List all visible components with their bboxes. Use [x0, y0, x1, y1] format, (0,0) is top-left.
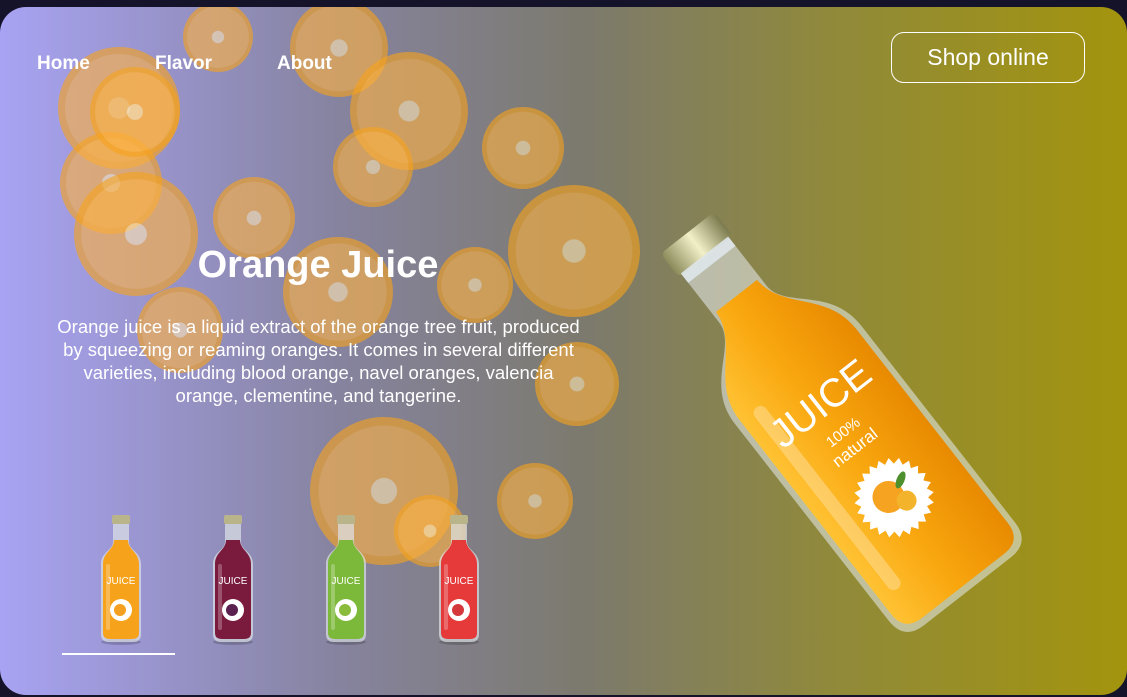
svg-text:JUICE: JUICE: [219, 576, 248, 587]
shop-online-button[interactable]: Shop online: [891, 32, 1085, 83]
nav-flavor-link[interactable]: Flavor: [155, 53, 212, 75]
hero-description: Orange juice is a liquid extract of the …: [57, 316, 580, 406]
hero-card: Home Flavor About Shop online Orange Jui…: [0, 7, 1127, 695]
flavor-thumbnail-lime[interactable]: JUICE: [320, 506, 372, 646]
flavor-thumbnail-orange[interactable]: JUICE: [95, 506, 147, 646]
nav-about-link[interactable]: About: [277, 53, 332, 75]
svg-text:JUICE: JUICE: [332, 576, 361, 587]
flavor-thumbnail-strawberry[interactable]: JUICE: [433, 506, 485, 646]
orange-slice-image: [90, 67, 180, 157]
flavor-thumbnail-grape[interactable]: JUICE: [207, 506, 259, 646]
page-title: Orange Juice: [197, 244, 439, 286]
nav-home-link[interactable]: Home: [37, 53, 90, 75]
selected-flavor-underline: [62, 653, 175, 655]
svg-text:JUICE: JUICE: [107, 576, 136, 587]
orange-slice-image: [482, 107, 564, 189]
svg-text:JUICE: JUICE: [445, 576, 474, 587]
orange-slice-image: [333, 127, 413, 207]
orange-slice-image: [497, 463, 573, 539]
juice-bottle-image: JUICE 100% natural: [662, 214, 1022, 632]
